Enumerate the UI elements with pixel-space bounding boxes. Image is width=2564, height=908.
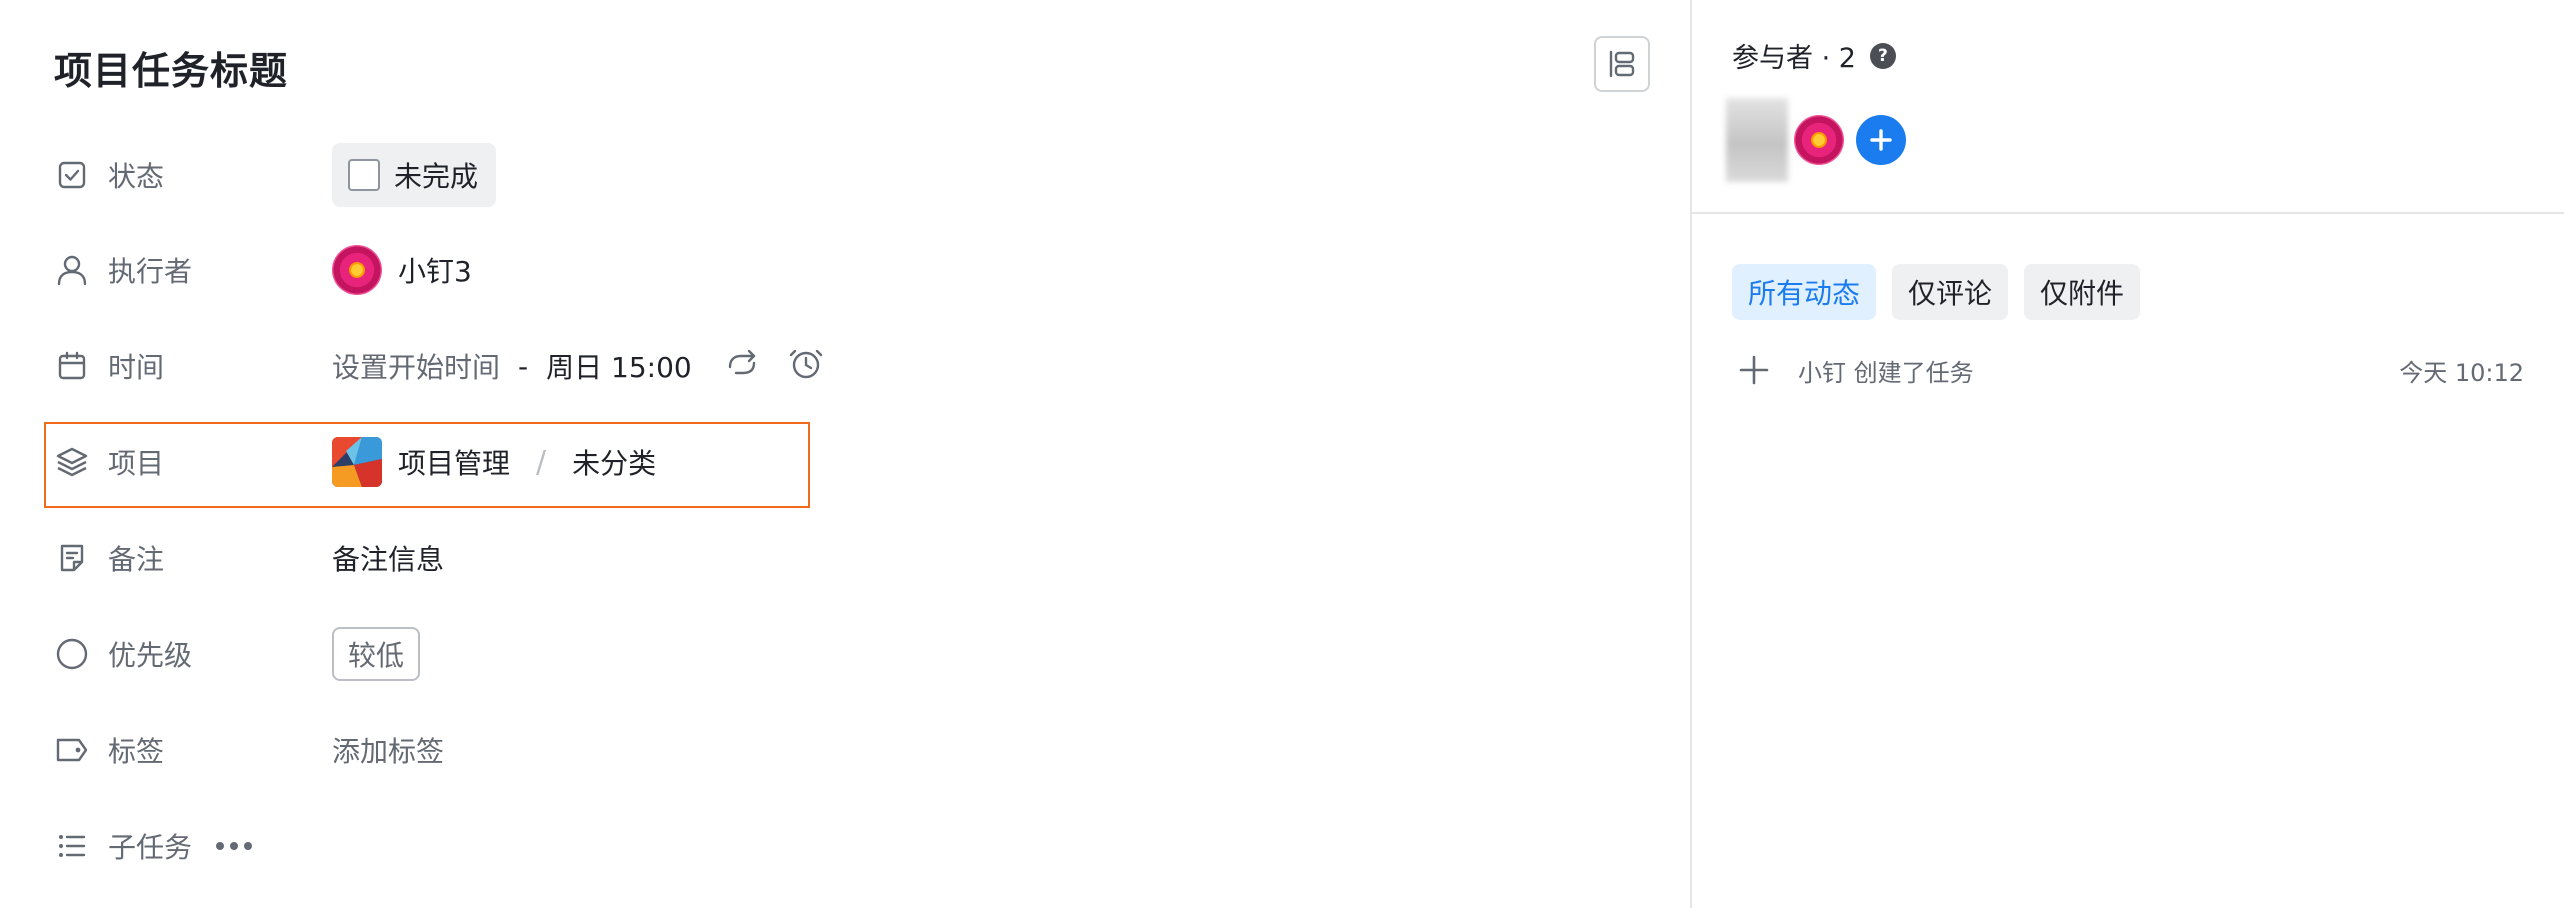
assignee-label: 执行者: [108, 255, 193, 288]
time-label: 时间: [108, 351, 165, 384]
time-separator: -: [518, 349, 529, 383]
layers-icon: [54, 444, 90, 480]
task-title[interactable]: 项目任务标题: [54, 40, 288, 95]
status-label: 状态: [108, 160, 165, 193]
participant-avatar[interactable]: [1794, 115, 1844, 165]
help-icon[interactable]: ?: [1869, 42, 1896, 69]
project-label: 项目: [108, 447, 165, 480]
list-icon: [54, 828, 90, 864]
tab-all-activity[interactable]: 所有动态: [1732, 264, 1877, 320]
priority-label: 优先级: [108, 639, 193, 672]
add-participant-button[interactable]: [1856, 115, 1906, 165]
status-checkbox[interactable]: [348, 159, 380, 191]
circle-icon: [54, 636, 90, 672]
status-toggle[interactable]: 未完成: [332, 143, 497, 207]
add-tag-input[interactable]: 添加标签: [332, 730, 444, 770]
tab-comments-only[interactable]: 仅评论: [1892, 264, 2009, 320]
tag-icon: [54, 732, 90, 768]
subtasks-row: 子任务: [54, 816, 954, 876]
tags-label: 标签: [108, 735, 165, 768]
participants-header: 参与者 · 2 ?: [1732, 36, 1896, 75]
due-time-value[interactable]: 周日 15:00: [546, 346, 692, 386]
layout-toggle-button[interactable]: [1594, 36, 1650, 92]
activity-item: 小钉 创建了任务 今天 10:12: [1732, 346, 2524, 394]
tags-row: 标签 添加标签: [54, 720, 954, 780]
layout-icon: [1609, 50, 1635, 78]
project-thumbnail: [332, 437, 382, 487]
note-row: 备注 备注信息: [54, 528, 954, 588]
section-divider: [1692, 212, 2564, 214]
plus-icon: [1732, 348, 1776, 392]
priority-row: 优先级 较低: [54, 624, 954, 684]
activity-time: 今天 10:12: [2399, 358, 2524, 387]
start-time-input[interactable]: 设置开始时间: [332, 346, 500, 386]
activity-text: 小钉 创建了任务: [1798, 358, 1974, 387]
status-value: 未完成: [394, 160, 479, 193]
calendar-icon: [54, 348, 90, 384]
assignee-avatar: [332, 245, 382, 295]
project-row: 项目 项目管理 / 未分类: [54, 432, 954, 492]
more-icon[interactable]: [216, 842, 253, 850]
project-name: 项目管理: [398, 447, 511, 480]
priority-selector[interactable]: 较低: [332, 627, 421, 681]
assignee-selector[interactable]: 小钉3: [332, 245, 472, 295]
project-separator: /: [536, 444, 547, 480]
assignee-row: 执行者 小钉3: [54, 240, 954, 300]
participant-avatar-blurred[interactable]: [1726, 98, 1788, 182]
activity-pane: 参与者 · 2 ? 所有动态 仅评论 仅附件 小钉 创建了任务 今天 10:12: [1692, 0, 2564, 908]
task-detail-pane: 项目任务标题 状态 未完成 执行者 小钉3 时间 设置开始时间 - 周日 15:…: [0, 0, 1690, 908]
checkbox-icon: [54, 157, 90, 193]
project-category[interactable]: 未分类: [572, 442, 656, 482]
tab-attachments-only[interactable]: 仅附件: [2024, 264, 2141, 320]
user-icon: [54, 252, 90, 288]
participants-list: [1726, 98, 1906, 182]
note-label: 备注: [108, 543, 165, 576]
alarm-clock-icon[interactable]: [786, 343, 826, 390]
activity-tabs: 所有动态 仅评论 仅附件: [1732, 264, 2141, 320]
project-selector[interactable]: 项目管理 / 未分类: [332, 437, 656, 487]
participants-title: 参与者 · 2: [1732, 43, 1856, 74]
note-icon: [54, 540, 90, 576]
note-value[interactable]: 备注信息: [332, 538, 444, 578]
assignee-name: 小钉3: [398, 255, 472, 288]
subtasks-label: 子任务: [108, 831, 193, 864]
repeat-icon[interactable]: [722, 343, 762, 390]
time-row: 时间 设置开始时间 - 周日 15:00: [54, 336, 954, 396]
status-row: 状态 未完成: [54, 143, 954, 207]
plus-icon: [1870, 129, 1892, 151]
